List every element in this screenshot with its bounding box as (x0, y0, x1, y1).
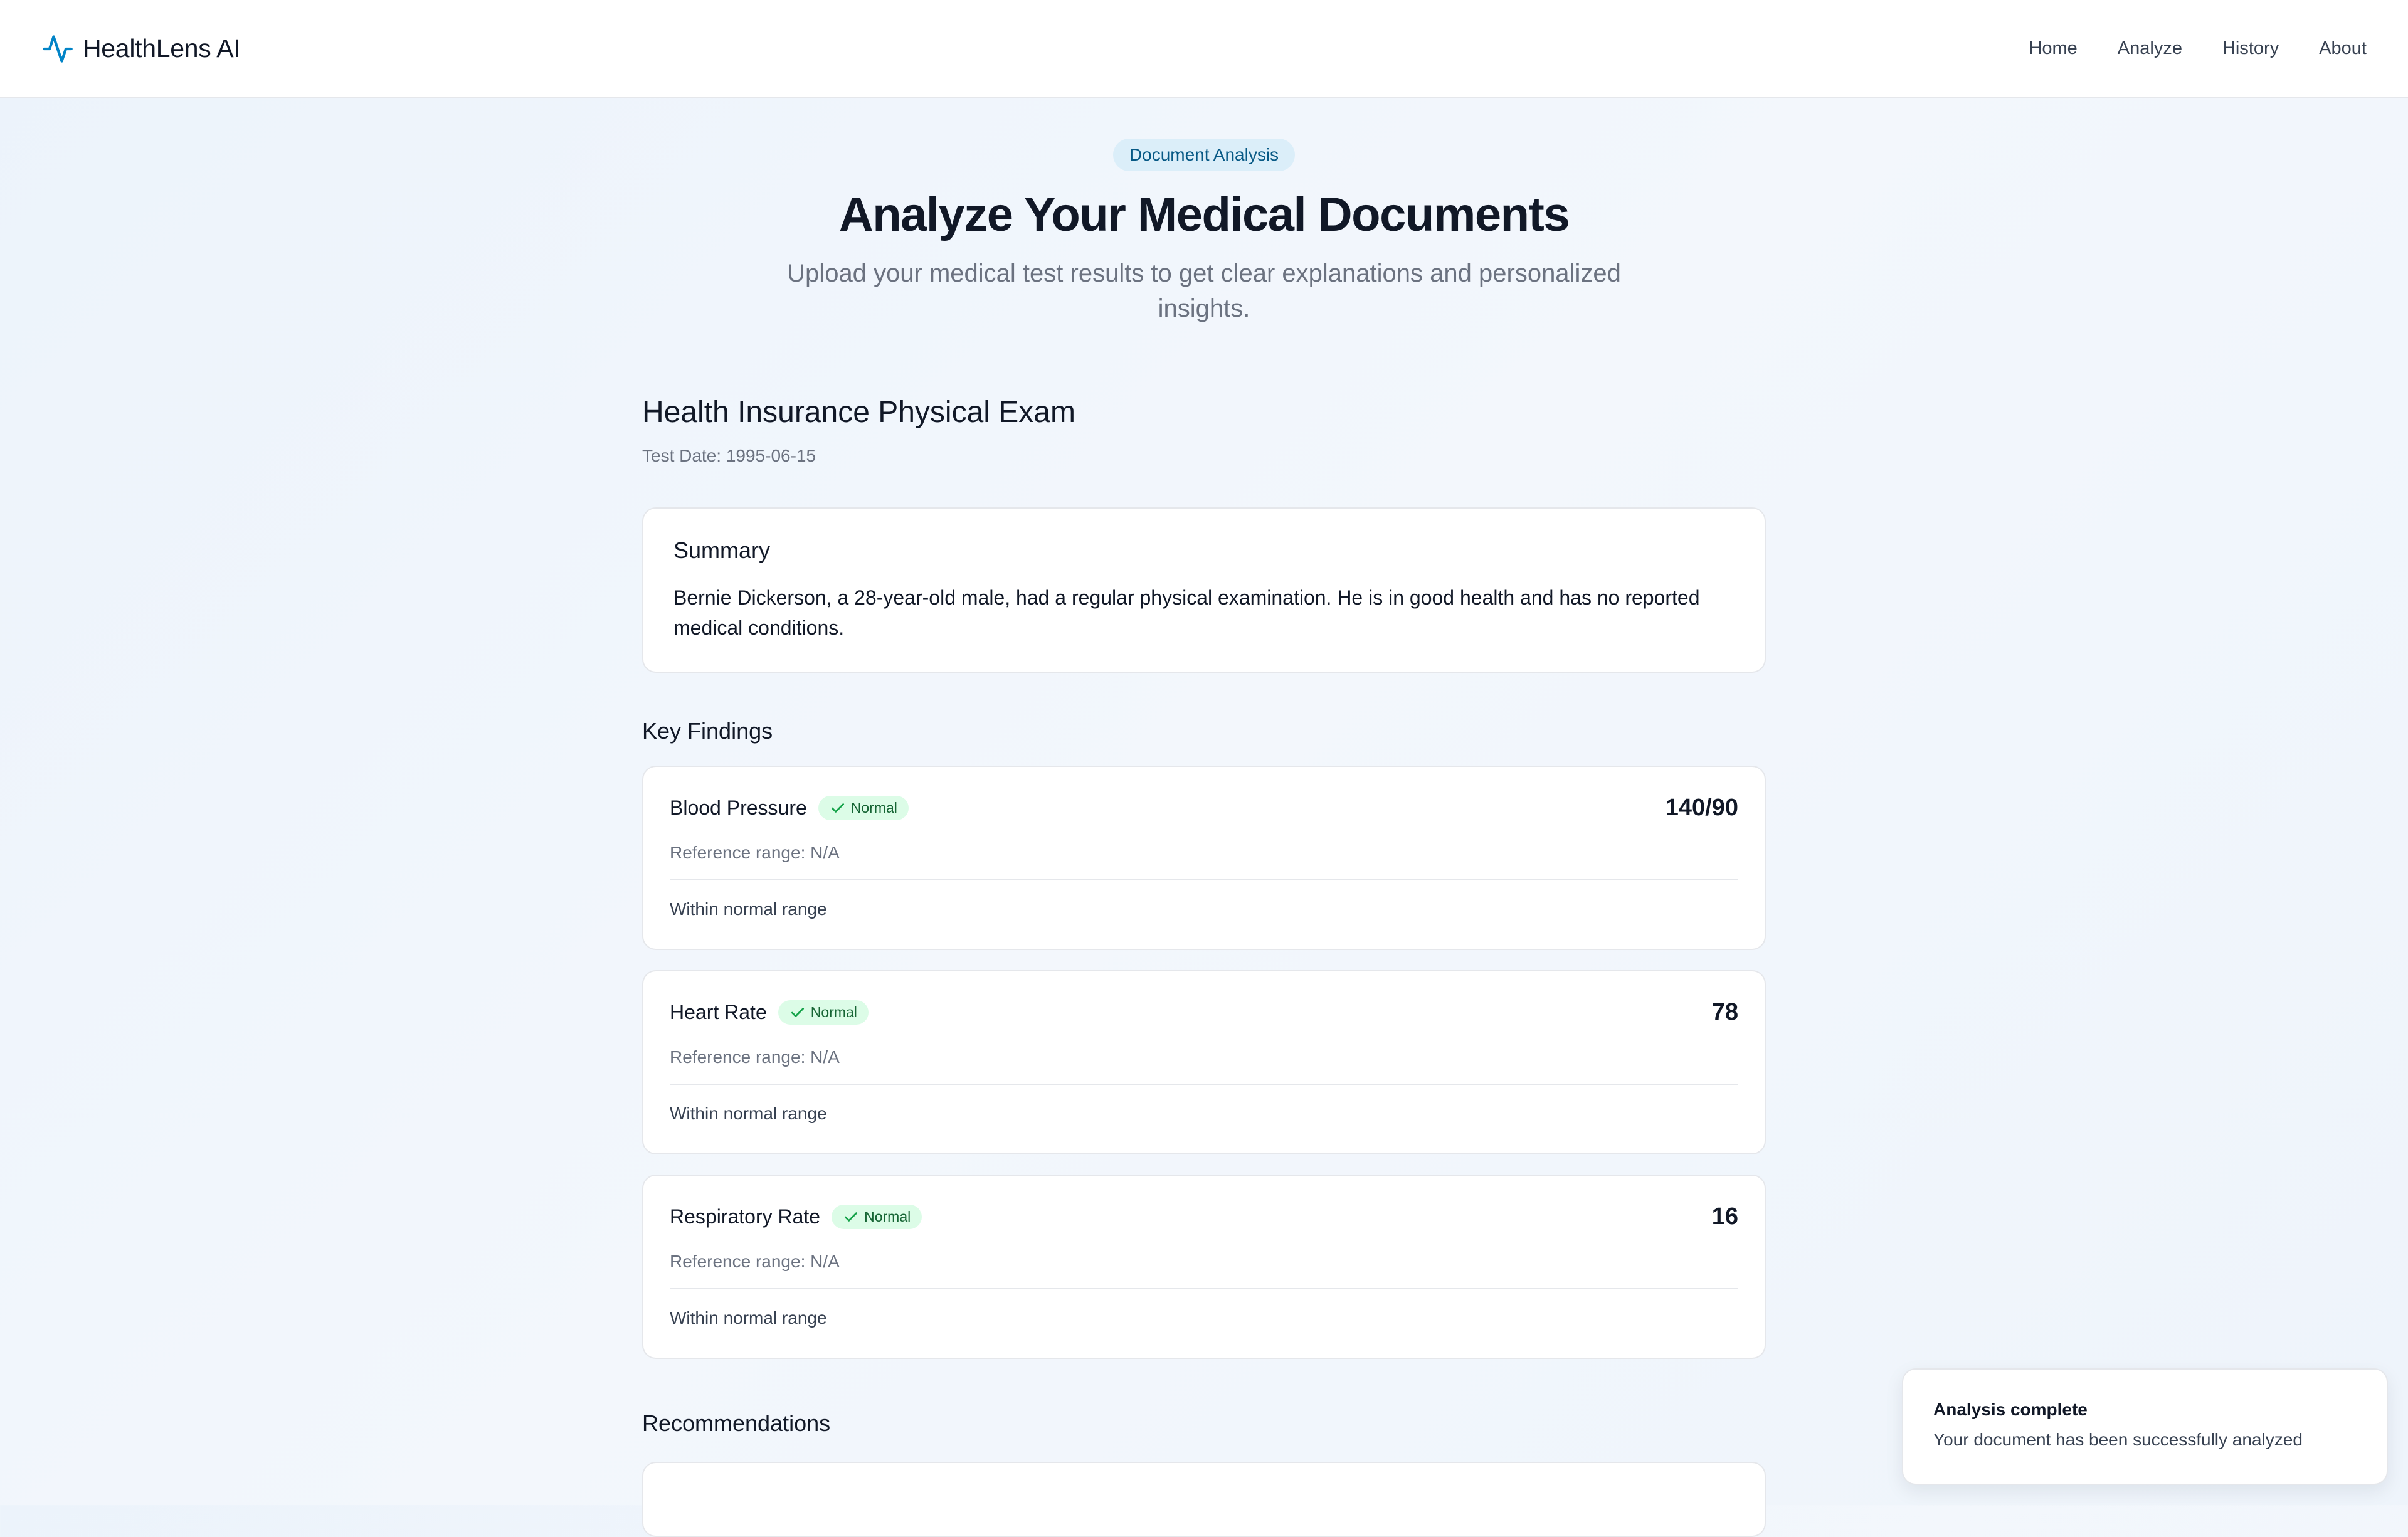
nav-about[interactable]: About (2319, 38, 2367, 59)
nav-analyze[interactable]: Analyze (2118, 38, 2182, 59)
finding-value: 16 (1711, 1203, 1738, 1230)
finding-name: Blood Pressure (670, 796, 807, 819)
hero-section: Document Analysis Analyze Your Medical D… (0, 98, 2408, 326)
summary-heading: Summary (673, 537, 771, 563)
analysis-results: Health Insurance Physical Exam Test Date… (642, 395, 1766, 1537)
check-icon (791, 1007, 804, 1017)
finding-value: 140/90 (1665, 795, 1738, 821)
summary-text: Bernie Dickerson, a 28-year-old male, ha… (673, 586, 1700, 639)
status-badge: Normal (818, 796, 909, 820)
finding-note: Within normal range (670, 1308, 827, 1328)
brand[interactable]: HealthLens AI (41, 33, 241, 65)
reference-range: Reference range: N/A (670, 1047, 840, 1067)
status-badge: Normal (778, 1000, 869, 1025)
finding-note: Within normal range (670, 899, 827, 919)
divider (670, 879, 1738, 880)
finding-name: Respiratory Rate (670, 1205, 821, 1228)
finding-card: Blood Pressure Normal 140/90 Reference r… (642, 766, 1766, 950)
finding-name: Heart Rate (670, 1001, 767, 1023)
summary-card: Summary Bernie Dickerson, a 28-year-old … (642, 507, 1766, 673)
status-label: Normal (864, 1208, 911, 1225)
finding-note: Within normal range (670, 1104, 827, 1123)
section-badge: Document Analysis (1112, 139, 1296, 171)
recommendations-heading: Recommendations (642, 1410, 831, 1436)
check-icon (845, 1212, 858, 1222)
finding-card: Respiratory Rate Normal 16 Reference ran… (642, 1175, 1766, 1359)
test-date: Test Date: 1995-06-15 (642, 446, 816, 465)
toast-notification[interactable]: Analysis complete Your document has been… (1902, 1368, 2388, 1485)
nav-home[interactable]: Home (2029, 38, 2077, 59)
top-navbar: HealthLens AI Home Analyze History About (0, 0, 2408, 98)
divider (670, 1084, 1738, 1085)
reference-range: Reference range: N/A (670, 1252, 840, 1271)
recommendations-card (642, 1462, 1766, 1537)
check-icon (831, 803, 844, 813)
finding-value: 78 (1711, 999, 1738, 1025)
document-title: Health Insurance Physical Exam (642, 396, 1075, 429)
main-nav: Home Analyze History About (2029, 38, 2367, 59)
status-badge: Normal (832, 1205, 922, 1229)
status-label: Normal (850, 800, 897, 816)
nav-history[interactable]: History (2222, 38, 2279, 59)
status-label: Normal (810, 1004, 857, 1020)
activity-pulse-icon (43, 34, 73, 63)
toast-title: Analysis complete (1933, 1400, 2088, 1419)
toast-message: Your document has been successfully anal… (1933, 1430, 2303, 1449)
brand-name: HealthLens AI (83, 34, 241, 63)
reference-range: Reference range: N/A (670, 843, 840, 862)
key-findings-heading: Key Findings (642, 718, 773, 744)
page-title: Analyze Your Medical Documents (838, 188, 1570, 241)
findings-list: Blood Pressure Normal 140/90 Reference r… (642, 766, 1766, 1359)
page-subtitle: Upload your medical test results to get … (787, 260, 1621, 323)
divider (670, 1288, 1738, 1289)
finding-card: Heart Rate Normal 78 Reference range: N/… (642, 970, 1766, 1154)
